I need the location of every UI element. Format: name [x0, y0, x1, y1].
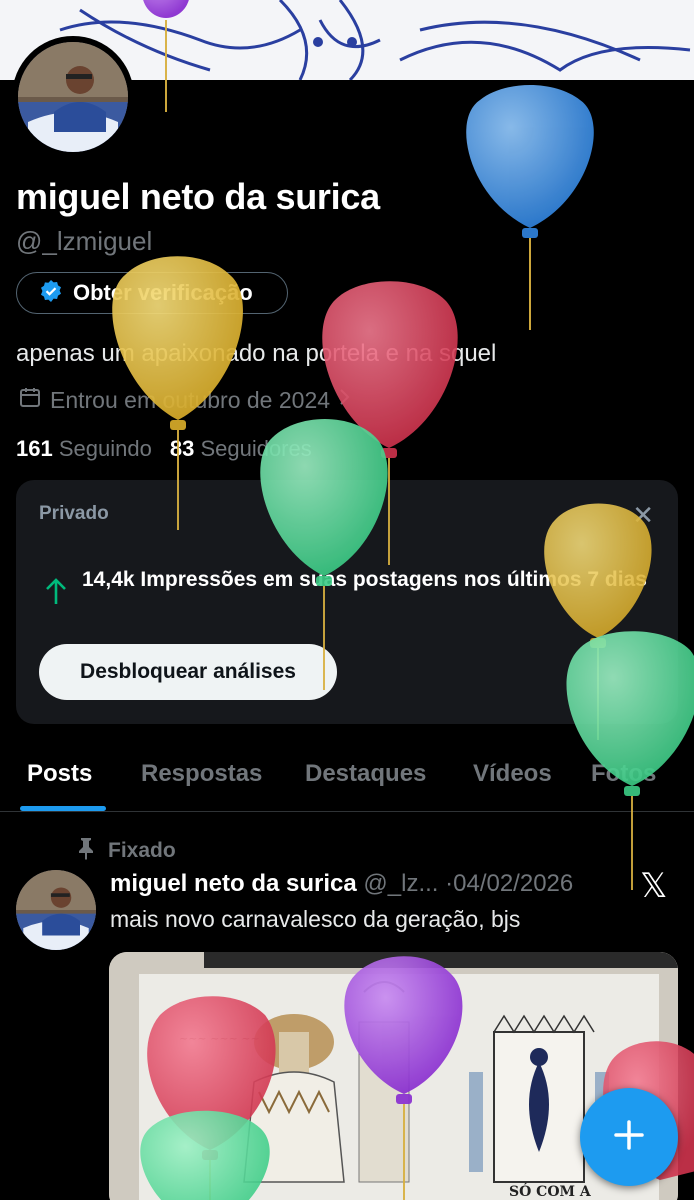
profile-name: miguel neto da surica [16, 176, 380, 217]
tab-videos[interactable]: Vídeos [473, 760, 552, 788]
post-author-handle[interactable]: @_lz... [363, 870, 438, 897]
plus-icon [612, 1118, 646, 1157]
profile-handle: @_lzmiguel [16, 226, 153, 256]
profile-tabs: Posts Respostas Destaques Vídeos Fotos [0, 740, 694, 812]
get-verified-label: Obter verificação [73, 280, 253, 305]
get-verified-button[interactable]: Obter verificação [16, 272, 288, 314]
post-separator: · [445, 870, 454, 897]
profile-bio: apenas um apaixonado na portela e na squ… [16, 340, 497, 367]
pinned-label: Fixado [108, 839, 176, 862]
pin-icon [76, 836, 96, 866]
private-label: Privado [39, 503, 109, 524]
post-author-name[interactable]: miguel neto da surica [110, 870, 357, 897]
join-date: Entrou em outubro de 2024 [18, 385, 352, 415]
following-link[interactable]: 161 Seguindo [16, 436, 152, 462]
calendar-icon [18, 385, 42, 415]
post-author-avatar[interactable] [16, 870, 96, 950]
post-text: mais novo carnavalesco da geração, bjs [110, 906, 521, 932]
follow-stats: 161 Seguindo 83 Seguidores [16, 436, 312, 462]
tab-highlights[interactable]: Destaques [305, 760, 426, 788]
post-date[interactable]: 04/02/2026 [453, 870, 573, 897]
chevron-right-icon[interactable] [338, 386, 352, 414]
profile-avatar[interactable] [12, 36, 134, 158]
close-icon[interactable]: ✕ [632, 500, 654, 531]
arrow-up-icon [44, 576, 68, 611]
join-date-text: Entrou em outubro de 2024 [50, 386, 331, 413]
active-tab-indicator [20, 806, 106, 811]
followers-link[interactable]: 83 Seguidores [170, 436, 312, 462]
unlock-analytics-button[interactable]: Desbloquear análises [39, 644, 337, 700]
impressions-text: 14,4k Impressões em suas postagens nos ú… [82, 568, 647, 591]
image-stamp-text: SÓ COM A [509, 1182, 592, 1200]
following-label: Seguindo [58, 436, 152, 461]
balloon [466, 85, 594, 330]
followers-count: 83 [169, 436, 195, 461]
following-count: 161 [16, 436, 53, 461]
pinned-indicator: Fixado [76, 836, 176, 866]
post-header: miguel neto da surica @_lz... ·04/02/202… [110, 870, 573, 898]
analytics-card: Privado ✕ 14,4k Impressões em suas posta… [16, 480, 678, 724]
compose-post-button[interactable] [580, 1088, 678, 1186]
x-logo-icon[interactable]: 𝕏 [640, 866, 667, 906]
verified-badge-icon [39, 279, 63, 308]
tab-photos[interactable]: Fotos [591, 760, 656, 788]
svg-text:~~~ ~~~ ~~: ~~~ ~~~ ~~ [179, 1032, 260, 1045]
tab-posts[interactable]: Posts [27, 760, 92, 788]
tab-replies[interactable]: Respostas [141, 760, 262, 788]
followers-label: Seguidores [200, 436, 312, 461]
